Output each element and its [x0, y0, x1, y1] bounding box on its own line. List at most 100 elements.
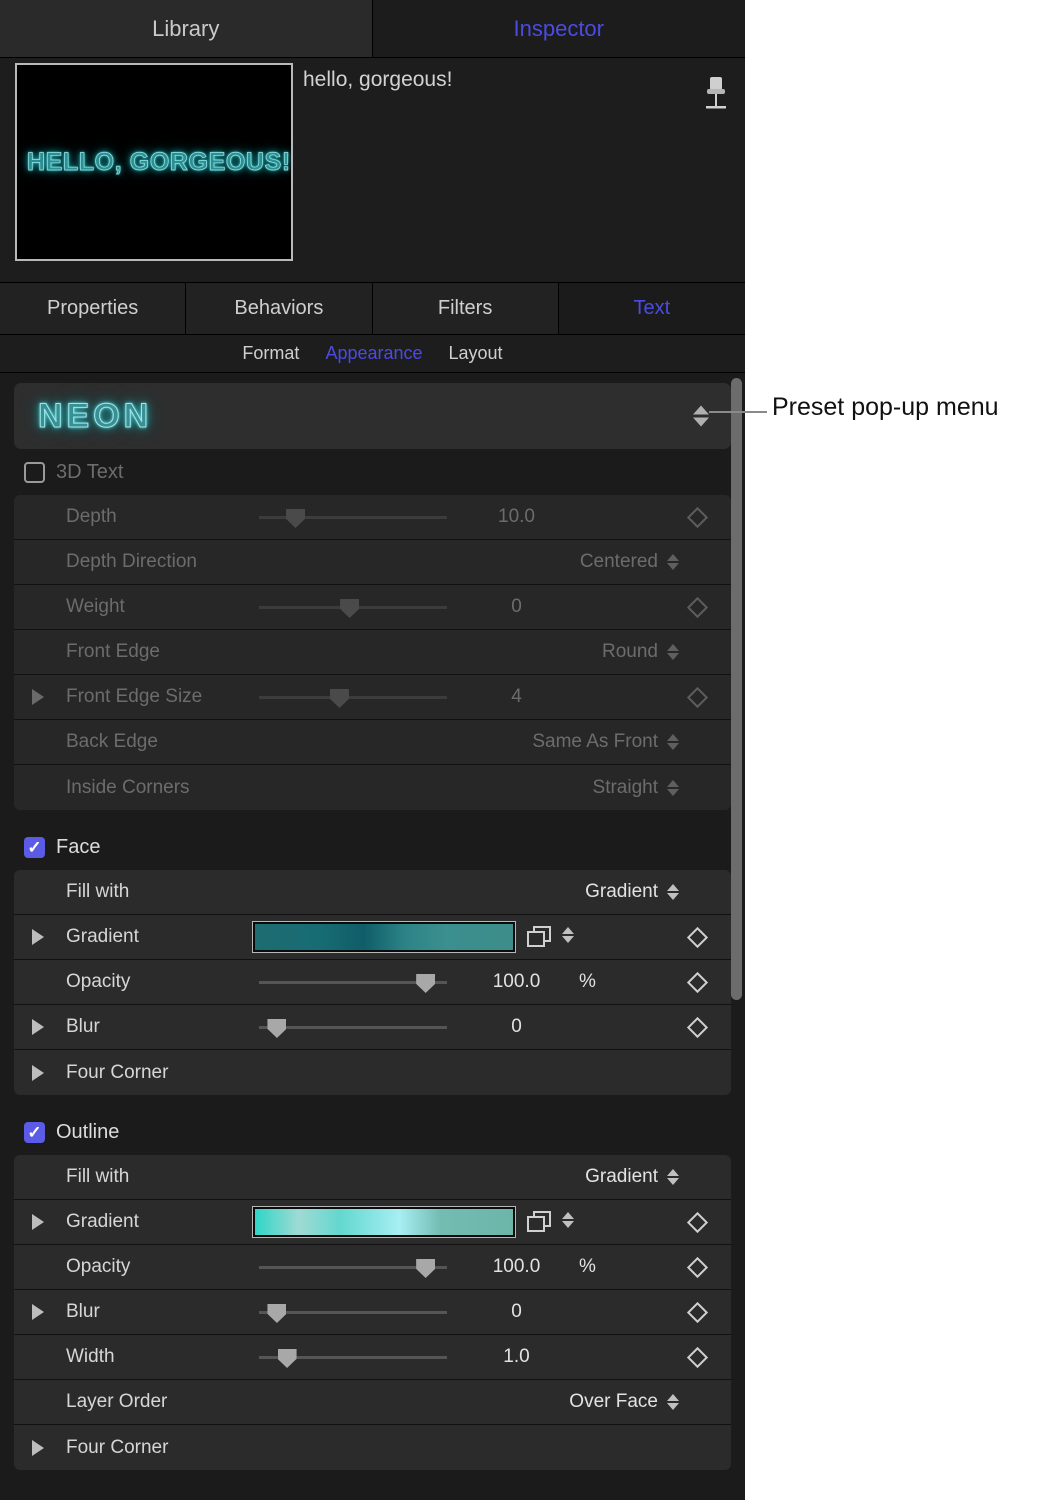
row-face-1[interactable]: Gradient — [14, 915, 731, 960]
slider-thumb[interactable] — [277, 1349, 297, 1368]
row-outline-0[interactable]: Fill with Gradient — [14, 1155, 731, 1200]
subtab-format[interactable]: Format — [242, 343, 299, 364]
stepper-updown-icon[interactable] — [667, 779, 679, 796]
disclosure-triangle-icon[interactable] — [32, 689, 44, 705]
keyframe-diamond-icon[interactable] — [686, 596, 709, 619]
stepper-updown-icon[interactable] — [667, 734, 679, 750]
row-outline-2[interactable]: Opacity 100.0% — [14, 1245, 731, 1290]
slider-thumb[interactable] — [286, 509, 306, 528]
stepper-updown-icon[interactable] — [667, 644, 679, 660]
subtab-appearance[interactable]: Appearance — [325, 343, 422, 364]
slider[interactable] — [259, 507, 447, 528]
tab-text[interactable]: Text — [558, 283, 745, 335]
keyframe-diamond-icon[interactable] — [686, 1346, 709, 1369]
keyframe-diamond-icon[interactable] — [686, 1256, 709, 1279]
popup-menu[interactable]: Centered — [580, 551, 679, 573]
row-outline-1[interactable]: Gradient — [14, 1200, 731, 1245]
tab-library[interactable]: Library — [0, 0, 373, 58]
row-value[interactable]: 0 — [454, 1016, 579, 1038]
slider-thumb[interactable] — [329, 689, 349, 708]
popup-menu[interactable]: Same As Front — [532, 731, 679, 753]
keyframe-diamond-icon[interactable] — [686, 506, 709, 529]
disclosure-triangle-icon[interactable] — [32, 929, 44, 945]
slider-thumb[interactable] — [267, 1304, 287, 1323]
slider-track — [259, 1311, 447, 1314]
row-value[interactable]: 0 — [454, 596, 579, 618]
row-three-d-text-0[interactable]: Depth 10.0 — [14, 495, 731, 540]
row-value[interactable]: 100.0 — [454, 971, 579, 993]
popup-menu[interactable]: Straight — [593, 777, 679, 799]
row-three-d-text-2[interactable]: Weight 0 — [14, 585, 731, 630]
slider-thumb[interactable] — [340, 599, 360, 618]
slider[interactable] — [259, 1302, 447, 1323]
row-three-d-text-1[interactable]: Depth Direction Centered — [14, 540, 731, 585]
tab-filters[interactable]: Filters — [372, 283, 559, 335]
gradient-swatch-face[interactable] — [252, 921, 516, 953]
pin-icon[interactable] — [699, 72, 733, 114]
disclosure-triangle-icon[interactable] — [32, 1214, 44, 1230]
checkbox-outline[interactable] — [24, 1121, 45, 1143]
stepper-updown-icon[interactable] — [562, 927, 574, 943]
row-value[interactable]: 100.0 — [454, 1256, 579, 1278]
preview-thumbnail[interactable]: HELLO, GORGEOUS! — [15, 63, 293, 261]
row-face-3[interactable]: Blur 0 — [14, 1005, 731, 1050]
slider[interactable] — [259, 597, 447, 618]
row-value[interactable]: 1.0 — [454, 1346, 579, 1368]
row-face-4[interactable]: Four Corner — [14, 1050, 731, 1095]
popup-menu[interactable]: Gradient — [585, 881, 679, 903]
keyframe-diamond-icon[interactable] — [686, 1016, 709, 1039]
scrollbar-thumb[interactable] — [731, 378, 742, 1000]
gradient-presets-icon[interactable] — [526, 1210, 552, 1234]
keyframe-diamond-icon[interactable] — [686, 1301, 709, 1324]
tab-behaviors[interactable]: Behaviors — [186, 283, 373, 335]
row-value[interactable]: 10.0 — [454, 506, 579, 528]
row-outline-5[interactable]: Layer Order Over Face — [14, 1380, 731, 1425]
preview-title: hello, gorgeous! — [303, 68, 453, 91]
stepper-updown-icon[interactable] — [667, 884, 679, 900]
stepper-updown-icon[interactable] — [667, 1394, 679, 1410]
popup-menu[interactable]: Round — [602, 641, 679, 663]
slider[interactable] — [259, 1257, 447, 1278]
vertical-scrollbar[interactable] — [731, 378, 742, 1496]
keyframe-diamond-icon[interactable] — [686, 926, 709, 949]
subtab-layout[interactable]: Layout — [449, 343, 503, 364]
checkbox-three-d-text[interactable] — [24, 461, 45, 483]
slider-thumb[interactable] — [267, 1019, 287, 1038]
slider-thumb[interactable] — [416, 1259, 436, 1278]
stepper-updown-icon[interactable] — [667, 554, 679, 570]
slider[interactable] — [259, 1347, 447, 1368]
slider[interactable] — [259, 1017, 447, 1038]
stepper-updown-icon[interactable] — [562, 1212, 574, 1228]
preset-popup-menu[interactable]: NEON — [14, 383, 731, 449]
row-three-d-text-5[interactable]: Back Edge Same As Front — [14, 720, 731, 765]
disclosure-triangle-icon[interactable] — [32, 1439, 44, 1456]
row-outline-4[interactable]: Width 1.0 — [14, 1335, 731, 1380]
disclosure-triangle-icon[interactable] — [32, 1064, 44, 1081]
row-value[interactable]: 4 — [454, 686, 579, 708]
stepper-updown-icon[interactable] — [667, 1169, 679, 1185]
popup-menu[interactable]: Over Face — [569, 1391, 679, 1413]
disclosure-triangle-icon[interactable] — [32, 1019, 44, 1035]
tab-inspector[interactable]: Inspector — [372, 0, 745, 58]
gradient-swatch-outline[interactable] — [252, 1206, 516, 1238]
slider[interactable] — [259, 972, 447, 993]
row-outline-6[interactable]: Four Corner — [14, 1425, 731, 1470]
tab-properties[interactable]: Properties — [0, 283, 187, 335]
row-outline-3[interactable]: Blur 0 — [14, 1290, 731, 1335]
stepper-updown-icon[interactable] — [693, 405, 709, 427]
row-face-0[interactable]: Fill with Gradient — [14, 870, 731, 915]
keyframe-diamond-icon[interactable] — [686, 971, 709, 994]
gradient-presets-icon[interactable] — [526, 925, 552, 949]
keyframe-diamond-icon[interactable] — [686, 1211, 709, 1234]
slider-thumb[interactable] — [416, 974, 436, 993]
row-three-d-text-6[interactable]: Inside Corners Straight — [14, 765, 731, 810]
row-value[interactable]: 0 — [454, 1301, 579, 1323]
keyframe-diamond-icon[interactable] — [686, 686, 709, 709]
checkbox-face[interactable] — [24, 836, 45, 858]
row-face-2[interactable]: Opacity 100.0% — [14, 960, 731, 1005]
popup-menu[interactable]: Gradient — [585, 1166, 679, 1188]
disclosure-triangle-icon[interactable] — [32, 1304, 44, 1320]
row-three-d-text-3[interactable]: Front Edge Round — [14, 630, 731, 675]
slider[interactable] — [259, 687, 447, 708]
row-three-d-text-4[interactable]: Front Edge Size 4 — [14, 675, 731, 720]
